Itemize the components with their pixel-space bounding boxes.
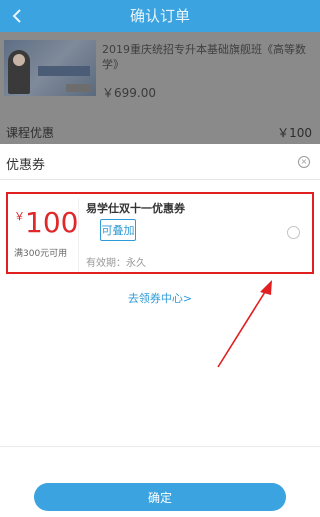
footer-bar: 确定 [0, 446, 320, 517]
discount-label: 课程优惠 [6, 126, 55, 140]
coupon-divider [78, 198, 79, 272]
course-price: ￥699.00 [102, 86, 156, 100]
course-title: 2019重庆统招专升本基础旗舰班《高等数学》 [102, 43, 306, 71]
close-icon[interactable]: × [298, 156, 310, 168]
coupon-amount-value: 100 [25, 206, 79, 239]
coupon-center-link[interactable]: 去领券中心> [0, 290, 320, 306]
confirm-button[interactable]: 确定 [34, 483, 286, 511]
coupon-name: 易学仕双十一优惠券 [86, 202, 185, 215]
discount-value: ￥100 [277, 126, 312, 140]
coupon-sheet: 优惠券 × ￥100 满300元可用 易学仕双十一优惠券 可叠加 有效期：永久 … [0, 144, 320, 517]
coupon-amount: ￥100 [14, 206, 78, 239]
coupon-sheet-title: 优惠券 [6, 158, 46, 173]
coupon-sheet-header: 优惠券 × [0, 144, 320, 180]
coupon-validity: 有效期：永久 [86, 258, 146, 269]
discount-row: 课程优惠 ￥100 [0, 122, 320, 142]
coupon-select-radio[interactable] [287, 226, 300, 239]
course-thumbnail [4, 40, 96, 96]
coupon-currency: ￥ [14, 210, 25, 223]
top-bar: 确认订单 [0, 0, 320, 32]
stackable-badge: 可叠加 [100, 219, 136, 241]
coupon-condition: 满300元可用 [14, 249, 68, 259]
coupon-card[interactable]: ￥100 满300元可用 易学仕双十一优惠券 可叠加 有效期：永久 [6, 192, 314, 274]
page-title: 确认订单 [129, 7, 190, 25]
